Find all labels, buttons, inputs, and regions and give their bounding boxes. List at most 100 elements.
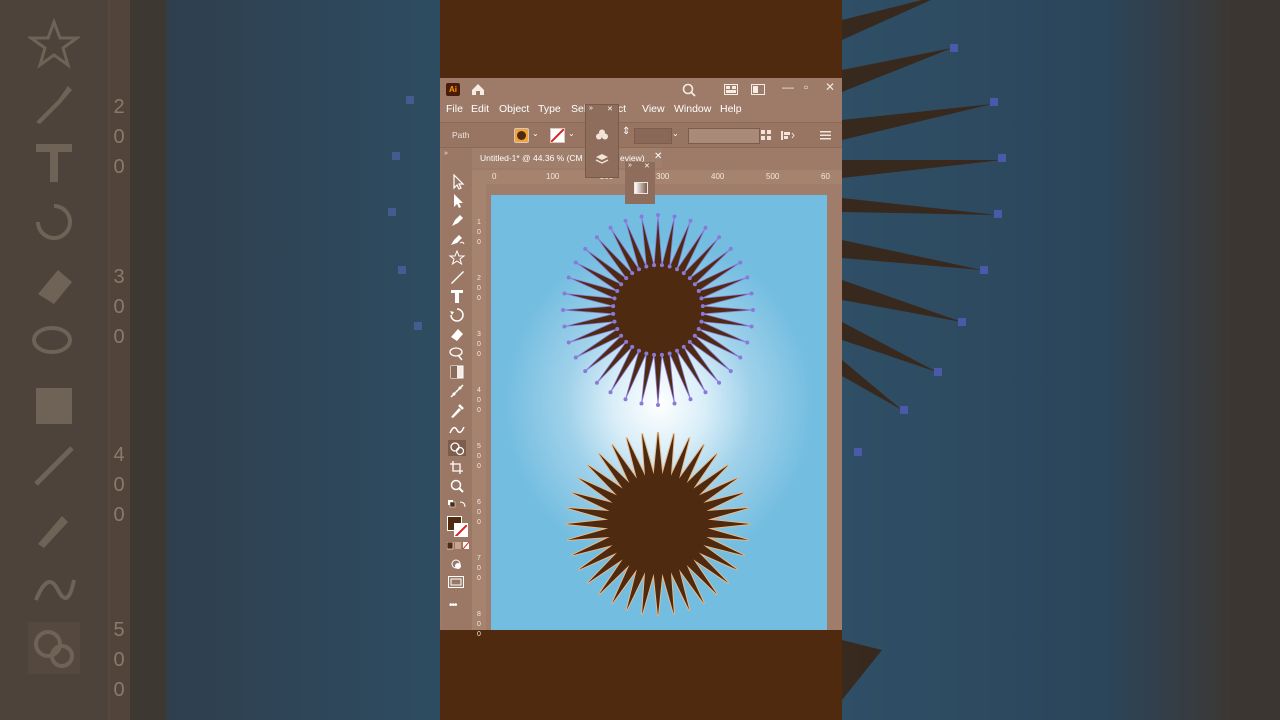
anchor-point[interactable] [615,288,620,293]
direct-selection-tool-icon[interactable] [448,193,466,209]
anchor-point[interactable] [688,218,693,223]
anchor-point[interactable] [583,369,588,374]
anchor-point[interactable] [623,397,628,402]
star-tool-icon[interactable] [448,249,466,266]
anchor-point[interactable] [573,355,578,360]
arrange-documents-icon[interactable] [751,84,765,95]
anchor-point[interactable] [703,225,708,230]
starburst-shape[interactable] [563,215,753,405]
anchor-point[interactable] [659,352,664,357]
fill-dropdown-icon[interactable]: ⌄ [532,129,539,138]
anchor-point[interactable] [659,263,664,268]
anchor-point[interactable] [562,324,567,329]
anchor-point[interactable] [703,390,708,395]
opacity-field[interactable] [688,128,760,144]
anchor-point[interactable] [667,351,672,356]
gradient-close-icon[interactable]: ✕ [644,162,650,170]
stroke-dropdown-icon[interactable]: ⌄ [568,129,575,138]
gradient-panel-icon[interactable] [634,182,648,194]
anchor-point[interactable] [624,276,629,281]
layers-panel-icon[interactable] [595,153,609,165]
type-tool-icon[interactable] [448,288,466,304]
canvas-area[interactable] [486,184,842,630]
starburst-shape[interactable] [566,432,750,616]
puppet-warp-tool-icon[interactable] [448,421,466,437]
anchor-point[interactable] [612,296,617,301]
anchor-point[interactable] [672,214,677,219]
search-icon[interactable] [682,83,696,97]
close-tab-icon[interactable]: ✕ [654,151,662,162]
panel-expand-icon[interactable]: » [589,105,593,112]
anchor-point[interactable] [644,264,649,269]
anchor-point[interactable] [687,339,692,344]
lasso-tool-icon[interactable] [448,345,466,361]
anchor-point[interactable] [699,319,704,324]
anchor-point[interactable] [652,263,657,268]
anchor-point[interactable] [751,308,755,312]
anchor-point[interactable] [566,340,571,345]
anchor-point[interactable] [573,260,578,265]
maximize-icon[interactable]: ▫ [804,80,808,94]
anchor-point[interactable] [636,267,641,272]
anchor-point[interactable] [738,260,743,265]
anchor-point[interactable] [675,348,680,353]
eraser-tool-icon[interactable] [448,326,466,342]
anchor-point[interactable] [583,246,588,251]
anchor-point[interactable] [672,401,677,406]
panel-close-icon[interactable]: ✕ [607,105,613,113]
eyedropper-tool-icon[interactable] [448,402,466,418]
close-window-icon[interactable]: ✕ [825,80,835,94]
anchor-point[interactable] [619,333,624,338]
stroke-color-box[interactable] [454,523,468,537]
anchor-point[interactable] [611,311,616,316]
artboard-tool-icon[interactable] [448,459,466,475]
anchor-point[interactable] [688,397,693,402]
default-colors-icon[interactable] [448,500,468,510]
anchor-point[interactable] [656,213,660,217]
anchor-point[interactable] [717,380,722,385]
anchor-point[interactable] [608,225,613,230]
anchor-point[interactable] [699,296,704,301]
drawing-mode-icon[interactable] [450,558,464,570]
selection-tool-icon[interactable] [448,173,466,190]
anchor-point[interactable] [700,311,705,316]
anchor-point[interactable] [594,235,599,240]
artboard[interactable] [491,195,827,630]
screen-mode-icon[interactable] [448,576,464,588]
edit-toolbar-button[interactable]: ••• [449,600,457,611]
anchor-point[interactable] [615,327,620,332]
anchor-point[interactable] [696,288,701,293]
anchor-point[interactable] [675,267,680,272]
anchor-point[interactable] [562,291,567,296]
anchor-point[interactable] [566,275,571,280]
anchor-point[interactable] [728,369,733,374]
transform-icon[interactable] [781,130,795,141]
color-mode-icons[interactable] [447,542,469,550]
minimize-icon[interactable]: — [782,80,794,94]
anchor-point[interactable] [636,348,641,353]
anchor-point[interactable] [630,344,635,349]
shape-builder-tool-icon[interactable] [448,440,466,456]
menu-window[interactable]: Window [674,103,711,115]
anchor-point[interactable] [619,282,624,287]
stroke-weight-dropdown-icon[interactable]: ⌄ [672,129,679,138]
anchor-point[interactable] [639,214,644,219]
stroke-weight-stepper[interactable]: ⇕ [622,126,630,137]
menu-view[interactable]: View [642,103,665,115]
rotate-tool-icon[interactable] [448,307,466,323]
paintbrush-tool-icon[interactable] [448,269,466,285]
stroke-weight-field[interactable] [634,128,672,144]
anchor-point[interactable] [700,304,705,309]
align-icon[interactable] [761,130,772,141]
anchor-point[interactable] [608,390,613,395]
curvature-tool-icon[interactable] [448,231,466,247]
menu-edit[interactable]: Edit [471,103,489,115]
stroke-swatch[interactable] [550,128,565,143]
anchor-point[interactable] [738,355,743,360]
menu-object[interactable]: Object [499,103,529,115]
menu-help[interactable]: Help [720,103,742,115]
panel-collapse-icon[interactable]: » [444,150,448,157]
appearance-panel-icon[interactable] [595,129,609,141]
zoom-tool-icon[interactable] [448,478,466,494]
anchor-point[interactable] [749,324,754,329]
